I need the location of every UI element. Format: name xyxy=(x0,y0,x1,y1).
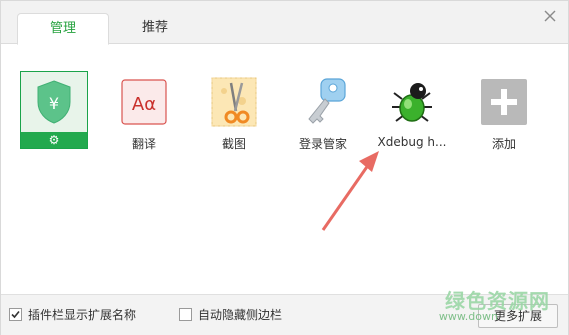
security-tile: ¥ ⚙ xyxy=(20,71,88,149)
svg-text:Aα: Aα xyxy=(132,94,156,115)
watermark-url: www.down xyxy=(438,310,498,323)
shield-icon: ¥ xyxy=(37,80,71,124)
extension-label: Xdebug h... xyxy=(377,135,447,149)
tab-bar: 管理 推荐 xyxy=(1,1,568,45)
plus-icon xyxy=(472,73,536,137)
checkbox-checked-icon[interactable] xyxy=(9,308,22,321)
key-icon xyxy=(291,73,355,137)
checkbox-label: 自动隐藏侧边栏 xyxy=(198,308,283,322)
svg-text:¥: ¥ xyxy=(49,94,59,113)
extension-label: 截图 xyxy=(221,137,246,151)
tab-recommend[interactable]: 推荐 xyxy=(109,13,201,45)
add-extension-button[interactable]: 添加 xyxy=(456,73,552,151)
extension-label: 翻译 xyxy=(131,137,156,151)
bug-icon xyxy=(380,73,444,137)
extension-settings-bar[interactable]: ⚙ xyxy=(21,132,87,148)
close-icon[interactable] xyxy=(540,6,560,26)
extension-manager-window: 管理 推荐 ¥ ⚙ Aα 翻译 截图 登录管家 Xdebug h... 添加 插… xyxy=(0,0,569,335)
checkbox-label: 插件栏显示扩展名称 xyxy=(28,308,137,322)
translate-icon: Aα xyxy=(112,73,176,137)
extension-xdebug[interactable]: Xdebug h... xyxy=(364,73,460,149)
show-extension-names-checkbox[interactable]: 插件栏显示扩展名称 xyxy=(9,307,136,325)
extension-label: 登录管家 xyxy=(298,137,347,151)
extension-label: 添加 xyxy=(491,137,516,151)
checkbox-unchecked-icon[interactable] xyxy=(179,308,192,321)
gear-icon[interactable]: ⚙ xyxy=(21,132,87,148)
extension-screenshot[interactable]: 截图 xyxy=(186,73,282,151)
extension-login-manager[interactable]: 登录管家 xyxy=(275,73,371,151)
extension-translate[interactable]: Aα 翻译 xyxy=(96,73,192,151)
autohide-sidebar-checkbox[interactable]: 自动隐藏侧边栏 xyxy=(179,307,282,325)
scissors-icon xyxy=(202,73,266,137)
tab-manage[interactable]: 管理 xyxy=(17,13,109,45)
extension-security[interactable]: ¥ ⚙ xyxy=(6,71,102,149)
